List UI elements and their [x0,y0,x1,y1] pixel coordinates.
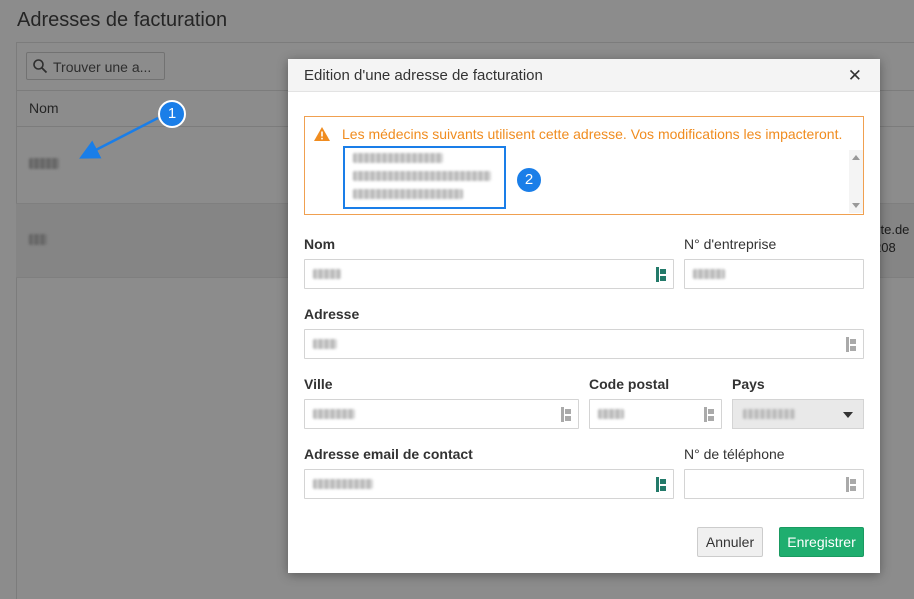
keypass-icon[interactable] [846,477,857,492]
warning-box: Les médecins suivants utilisent cette ad… [304,116,864,215]
keypass-icon[interactable] [704,407,715,422]
cancel-button[interactable]: Annuler [697,527,763,557]
keypass-icon[interactable] [846,337,857,352]
warning-text: Les médecins suivants utilisent cette ad… [342,126,843,142]
chevron-down-icon [843,412,853,418]
nom-input[interactable] [304,259,674,289]
email-input[interactable] [304,469,674,499]
code-postal-label: Code postal [589,376,670,392]
redacted-text [353,153,443,163]
pays-label: Pays [732,376,765,392]
code-postal-input[interactable] [589,399,722,429]
modal-title: Edition d'une adresse de facturation [304,67,543,84]
pays-select[interactable] [732,399,864,429]
keypass-icon[interactable] [656,477,667,492]
close-icon[interactable]: ✕ [848,66,862,86]
affected-doctors-list [343,146,506,209]
nom-label: Nom [304,236,336,252]
redacted-text [598,409,624,419]
adresse-input[interactable] [304,329,864,359]
annotation-badge-1: 1 [158,100,186,128]
telephone-input[interactable] [684,469,864,499]
entreprise-label: N° d'entreprise [684,236,777,252]
annotation-badge-2: 2 [515,166,543,194]
keypass-icon[interactable] [561,407,572,422]
adresse-label: Adresse [304,306,360,322]
redacted-text [743,409,795,419]
email-label: Adresse email de contact [304,446,473,462]
redacted-text [313,479,373,489]
ville-input[interactable] [304,399,579,429]
save-button[interactable]: Enregistrer [779,527,864,557]
scroll-up-icon[interactable] [852,155,860,160]
redacted-text [353,189,463,199]
keypass-icon[interactable] [656,267,667,282]
ville-label: Ville [304,376,333,392]
entreprise-input[interactable] [684,259,864,289]
redacted-text [313,269,341,279]
warning-triangle-icon [314,127,330,141]
redacted-text [313,339,337,349]
telephone-label: N° de téléphone [684,446,785,462]
modal-header: Edition d'une adresse de facturation ✕ [288,59,880,92]
edit-billing-address-modal: Edition d'une adresse de facturation ✕ L… [288,59,880,573]
redacted-text [693,269,725,279]
list-scrollbar[interactable] [849,150,863,213]
redacted-text [353,171,491,181]
scroll-down-icon[interactable] [852,203,860,208]
redacted-text [313,409,355,419]
